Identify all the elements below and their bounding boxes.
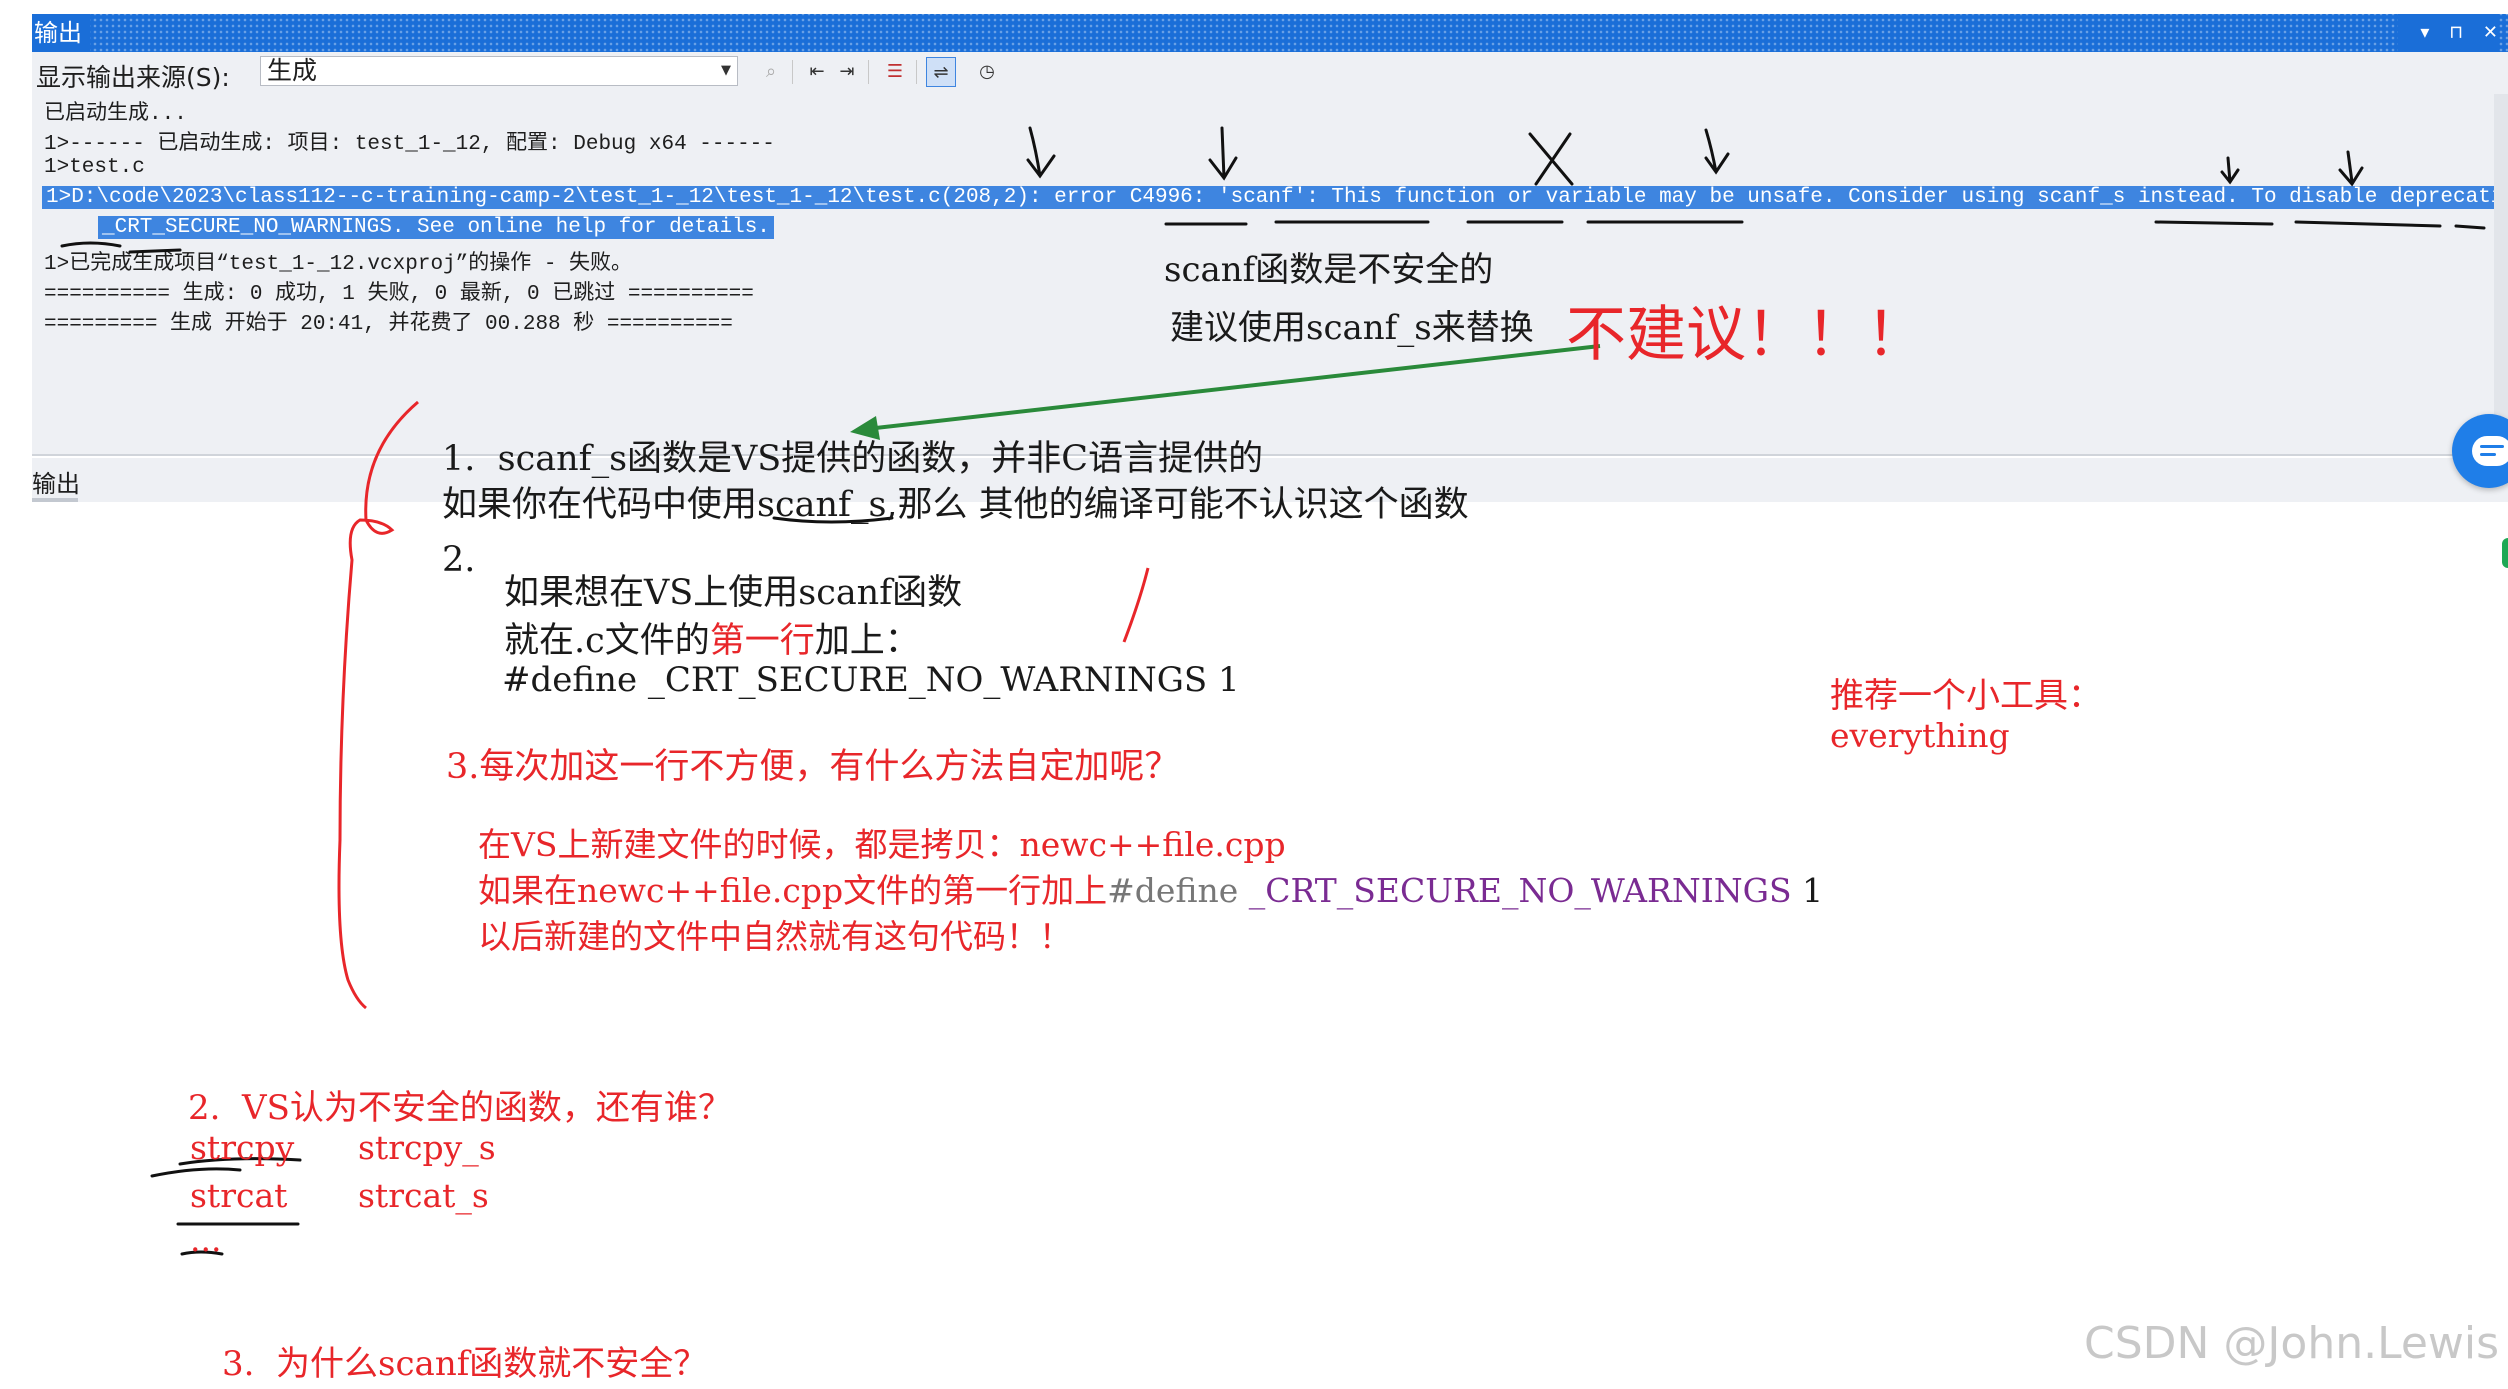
red-bracket [337, 400, 419, 1010]
note-q2-strcat: strcat [190, 1176, 288, 1215]
note-q2: 2. VS认为不安全的函数，还有谁？ [188, 1088, 732, 1128]
note-q2-strcpy: strcpy [190, 1128, 295, 1167]
note-item1-line2: 如果你在代码中使用scanf_s,那么 其他的编译可能不认识这个函数 [442, 485, 1469, 525]
note-item1-line1: 1. scanf_s函数是VS提供的函数，并非C语言提供的 [442, 439, 1264, 479]
note-item2-line2: 就在.c文件的第一行加上： [504, 621, 920, 661]
note-item2-line1: 如果想在VS上使用scanf函数 [504, 573, 963, 613]
note-item3-line3: 以后新建的文件中自然就有这句代码！！ [478, 917, 1072, 956]
down-arrows [1026, 126, 2364, 187]
note-not-recommended: 不建议！！！ [1566, 300, 1926, 370]
note-q3: 3. 为什么scanf函数就不安全？ [222, 1344, 708, 1384]
note-item3-line2: 如果在newc++file.cpp文件的第一行加上#define _CRT_SE… [478, 871, 1824, 910]
note-q2-strcat-s: strcat_s [358, 1176, 489, 1215]
note-item2-define: #define _CRT_SECURE_NO_WARNINGS 1 [502, 660, 1240, 700]
red-tick [1122, 567, 1150, 643]
note-item2-number: 2. [442, 540, 476, 580]
green-arrow-line [857, 344, 1601, 432]
note-suggest-scanf-s: 建议使用scanf_s来替换 [1170, 308, 1534, 348]
note-item3-line1: 在VS上新建文件的时候，都是拷贝：newc++file.cpp [478, 825, 1286, 864]
note-tool-title: 推荐一个小工具： [1830, 676, 2102, 716]
note-q2-strcpy-s: strcpy_s [358, 1128, 496, 1167]
csdn-watermark: CSDN @John.Lewis [2084, 1318, 2500, 1369]
note-item3: 3.每次加这一行不方便，有什么方法自定加呢？ [446, 747, 1180, 787]
note-tool-name: everything [1830, 716, 2010, 755]
note-scanf-unsafe: scanf函数是不安全的 [1164, 250, 1494, 290]
note-q2-more: ... [190, 1220, 222, 1259]
